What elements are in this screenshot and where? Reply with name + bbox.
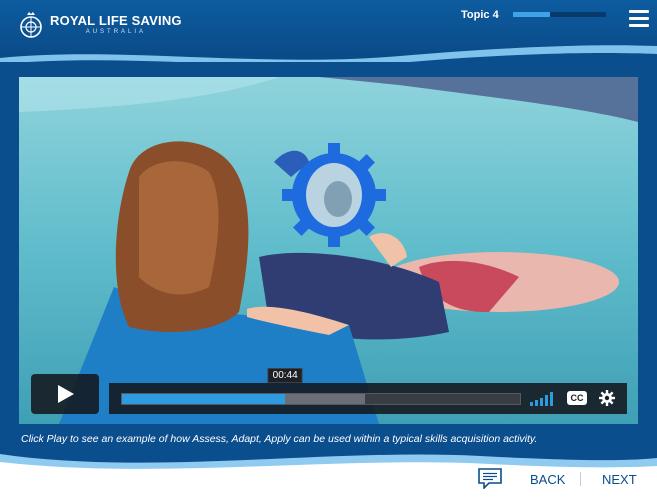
- volume-bars-icon[interactable]: [530, 392, 556, 406]
- brand-logo[interactable]: ROYAL LIFE SAVING AUSTRALIA: [18, 10, 182, 40]
- topic-progress-fill: [513, 12, 551, 17]
- brand-title: ROYAL LIFE SAVING: [50, 13, 182, 28]
- video-frame: [19, 77, 638, 424]
- seek-bar[interactable]: 00:44: [121, 368, 521, 405]
- current-time-tooltip: 00:44: [267, 368, 303, 383]
- next-button[interactable]: NEXT: [602, 472, 637, 487]
- played-bar: [122, 394, 286, 404]
- nav-divider: [580, 472, 581, 486]
- video-caption: Click Play to see an example of how Asse…: [21, 433, 538, 445]
- video-player[interactable]: 00:44 CC: [19, 77, 638, 424]
- back-button[interactable]: BACK: [530, 472, 565, 487]
- brand-subtitle: AUSTRALIA: [85, 29, 147, 35]
- transcript-icon[interactable]: [477, 467, 503, 489]
- hamburger-menu-icon[interactable]: [629, 10, 649, 28]
- video-controls: 00:44 CC: [109, 368, 627, 414]
- rls-crest-icon: [20, 12, 42, 38]
- gear-icon[interactable]: [599, 390, 615, 406]
- topic-label: Topic 4: [461, 9, 499, 21]
- play-button[interactable]: [31, 374, 99, 414]
- topic-progress-bar: [513, 12, 606, 17]
- closed-captions-button[interactable]: CC: [567, 391, 587, 405]
- play-icon: [58, 385, 74, 403]
